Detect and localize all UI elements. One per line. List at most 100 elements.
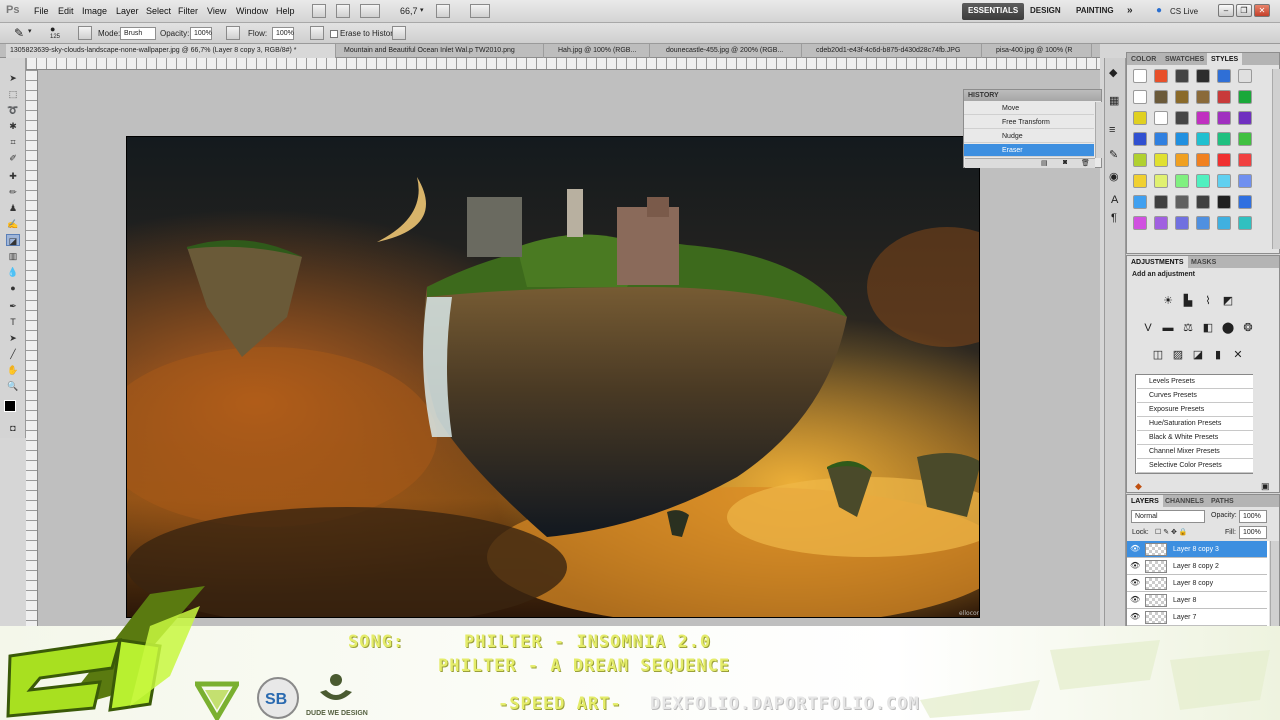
brush-presets-icon[interactable]: ✎ [1109,148,1118,161]
menu-file[interactable]: File [34,6,49,16]
shape-tool-icon[interactable]: ╱ [6,348,20,360]
style-swatch[interactable] [1154,90,1168,104]
quick-select-tool-icon[interactable]: ✱ [6,120,20,132]
adjustment-footer-icon[interactable]: ◆ [1135,481,1142,492]
trash-icon[interactable]: 🗑 [1081,159,1090,167]
style-swatch[interactable] [1175,132,1189,146]
style-swatch[interactable] [1238,153,1252,167]
preset-curves[interactable]: Curves Presets [1137,389,1253,403]
color-balance-icon[interactable]: ⚖ [1181,321,1195,335]
clone-source-icon[interactable]: ◉ [1109,170,1119,183]
invert-icon[interactable]: ◫ [1151,348,1165,362]
crop-tool-icon[interactable]: ⌗ [6,136,20,148]
layer-opacity-input[interactable]: 100% [1239,510,1267,523]
style-swatch[interactable] [1154,216,1168,230]
brush-tool-icon[interactable]: ✏ [6,186,20,198]
menu-image[interactable]: Image [82,6,107,16]
menu-view[interactable]: View [207,6,226,16]
preset-hue-saturation[interactable]: Hue/Saturation Presets [1137,417,1253,431]
style-swatch[interactable] [1217,153,1231,167]
styles-scrollbar[interactable] [1272,69,1280,249]
lasso-tool-icon[interactable]: ➰ [6,104,20,116]
hand-tool-icon[interactable]: ✋ [6,364,20,376]
zoom-tool-icon[interactable]: 🔍 [6,380,20,392]
style-swatch[interactable] [1175,195,1189,209]
panel-options-icon[interactable]: ▣ [1261,481,1270,492]
blur-tool-icon[interactable]: 💧 [6,266,20,278]
layer-row[interactable]: 👁 Layer 7 [1127,609,1267,626]
doc-tab[interactable]: cdeb20d1-e43f-4c6d-b875-d430d28c74fb.JPG [812,44,982,58]
style-swatch[interactable] [1217,111,1231,125]
pressure-size-icon[interactable] [392,26,406,40]
style-swatch[interactable] [1238,174,1252,188]
doc-tab-active[interactable]: 1305823639-sky-clouds-landscape-none-wal… [6,44,336,58]
style-swatch[interactable] [1133,174,1147,188]
style-swatch[interactable] [1217,132,1231,146]
history-step-active[interactable]: Eraser [964,144,1094,157]
history-brush-tool-icon[interactable]: ✍ [6,218,20,230]
style-swatch[interactable] [1133,153,1147,167]
menu-edit[interactable]: Edit [58,6,74,16]
threshold-icon[interactable]: ◪ [1191,348,1205,362]
style-swatch[interactable] [1217,90,1231,104]
tab-layers[interactable]: LAYERS [1127,495,1163,507]
menu-layer[interactable]: Layer [116,6,139,16]
gradient-tool-icon[interactable]: ▥ [6,250,20,262]
lock-icons[interactable]: ☐ ✎ ✥ 🔒 [1155,528,1188,536]
style-swatch[interactable] [1133,132,1147,146]
close-button[interactable]: ✕ [1254,4,1270,17]
style-swatch[interactable] [1217,216,1231,230]
style-swatch[interactable] [1238,195,1252,209]
style-swatch[interactable] [1217,174,1231,188]
preset-channel-mixer[interactable]: Channel Mixer Presets [1137,445,1253,459]
layer-row[interactable]: 👁 Layer 8 copy [1127,575,1267,592]
history-step[interactable]: Free Transform [964,116,1094,129]
style-swatch[interactable] [1238,216,1252,230]
visibility-eye-icon[interactable]: 👁 [1130,595,1140,605]
style-swatch[interactable] [1175,216,1189,230]
doc-tab[interactable]: Hah.jpg @ 100% (RGB... [554,44,650,58]
pressure-opacity-icon[interactable] [226,26,240,40]
layer-row[interactable]: 👁 Layer 8 copy 2 [1127,558,1267,575]
style-swatch[interactable] [1175,90,1189,104]
preset-selective-color[interactable]: Selective Color Presets [1137,459,1253,473]
menu-window[interactable]: Window [236,6,268,16]
preset-exposure[interactable]: Exposure Presets [1137,403,1253,417]
selective-color-icon[interactable]: ✕ [1231,348,1245,362]
paragraph-icon[interactable]: ¶ [1111,212,1117,224]
cs-live-button[interactable]: CS Live [1170,7,1198,16]
style-swatch[interactable] [1133,216,1147,230]
style-swatch[interactable] [1196,69,1210,83]
style-swatch[interactable] [1154,132,1168,146]
curves-icon[interactable]: ⌇ [1201,294,1215,308]
style-swatch[interactable] [1196,111,1210,125]
tab-channels[interactable]: CHANNELS [1161,495,1208,507]
tab-masks[interactable]: MASKS [1187,256,1220,268]
document-canvas[interactable]: ellocon [126,136,980,618]
style-swatch[interactable] [1175,69,1189,83]
posterize-icon[interactable]: ▨ [1171,348,1185,362]
style-swatch[interactable] [1154,111,1168,125]
style-swatch[interactable] [1217,195,1231,209]
history-icon[interactable]: ▦ [1109,94,1119,107]
style-swatch[interactable] [1175,153,1189,167]
path-select-tool-icon[interactable]: ➤ [6,332,20,344]
fill-input[interactable]: 100% [1239,526,1267,539]
pen-tool-icon[interactable]: ✒ [6,300,20,312]
chevron-down-icon[interactable]: ▾ [420,6,424,14]
move-tool-icon[interactable]: ➤ [6,72,20,84]
photo-filter-icon[interactable]: ⬤ [1221,321,1235,335]
erase-history-checkbox[interactable] [330,30,338,38]
healing-tool-icon[interactable]: ✚ [6,170,20,182]
style-swatch[interactable] [1238,132,1252,146]
style-swatch[interactable] [1154,153,1168,167]
mini-bridge-icon[interactable] [336,4,350,18]
dodge-tool-icon[interactable]: ● [6,282,20,294]
tab-adjustments[interactable]: ADJUSTMENTS [1127,256,1188,268]
menu-filter[interactable]: Filter [178,6,198,16]
foreground-color-swatch[interactable] [4,400,16,412]
style-swatch[interactable] [1196,132,1210,146]
style-swatch[interactable] [1133,195,1147,209]
menu-help[interactable]: Help [276,6,295,16]
brush-preview-icon[interactable]: ● [50,24,55,34]
